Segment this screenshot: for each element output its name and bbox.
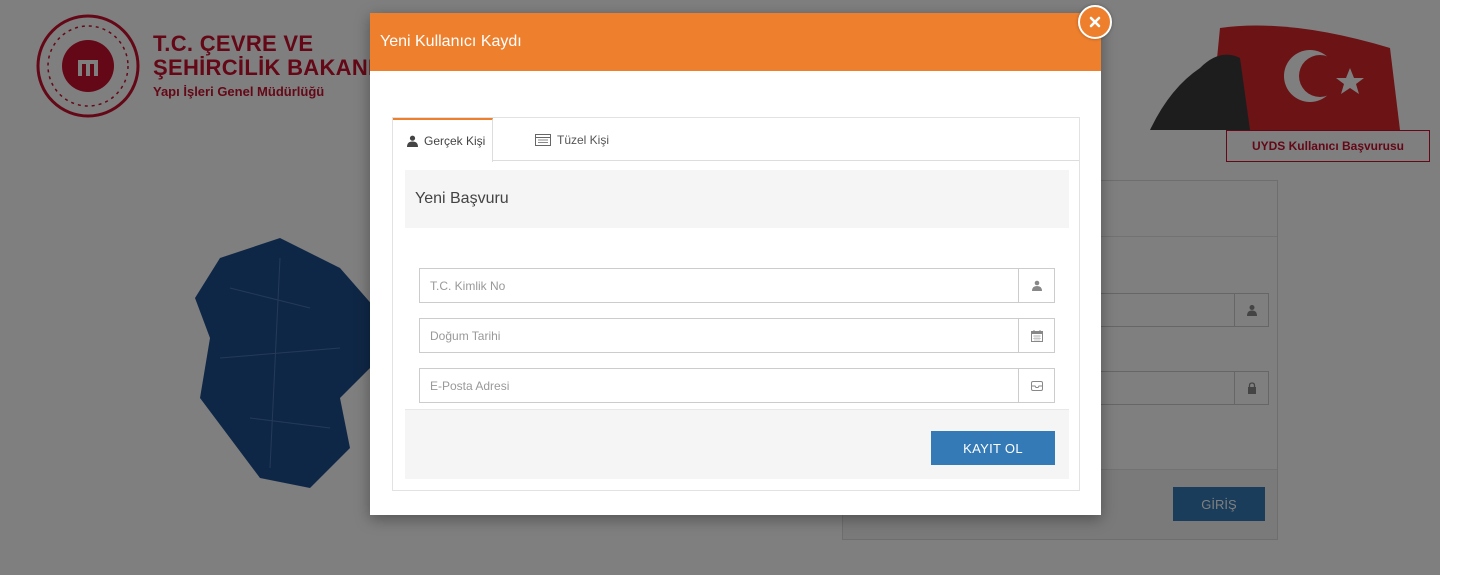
tab-corporate-label: Tüzel Kişi <box>557 132 610 147</box>
tab-individual[interactable]: Gerçek Kişi <box>393 118 493 162</box>
email-input[interactable] <box>420 369 1020 402</box>
tc-id-field[interactable] <box>419 268 1055 303</box>
section-title: Yeni Başvuru <box>405 170 1069 228</box>
calendar-icon <box>1018 319 1054 352</box>
new-user-registration-modal: Yeni Kullanıcı Kaydı Gerçek Kişi Tüzel K… <box>370 13 1101 515</box>
tab-strip: Gerçek Kişi Tüzel Kişi <box>393 118 1079 162</box>
user-icon <box>407 135 418 147</box>
email-field[interactable] <box>419 368 1055 403</box>
user-icon <box>1018 269 1054 302</box>
modal-footer: KAYIT OL <box>405 409 1069 479</box>
building-icon <box>535 133 551 146</box>
register-button[interactable]: KAYIT OL <box>931 431 1055 465</box>
registration-tabs: Gerçek Kişi Tüzel Kişi Yeni Başvuru T.C.… <box>392 117 1080 491</box>
close-icon[interactable] <box>1078 5 1112 39</box>
birth-date-field[interactable] <box>419 318 1055 353</box>
tc-id-input[interactable] <box>420 269 1020 302</box>
envelope-icon <box>1018 369 1054 402</box>
birth-date-input[interactable] <box>420 319 1020 352</box>
modal-title: Yeni Kullanıcı Kaydı <box>380 33 522 50</box>
tab-individual-label: Gerçek Kişi <box>424 134 486 148</box>
modal-header: Yeni Kullanıcı Kaydı <box>370 13 1101 71</box>
tab-corporate[interactable]: Tüzel Kişi <box>535 118 645 161</box>
